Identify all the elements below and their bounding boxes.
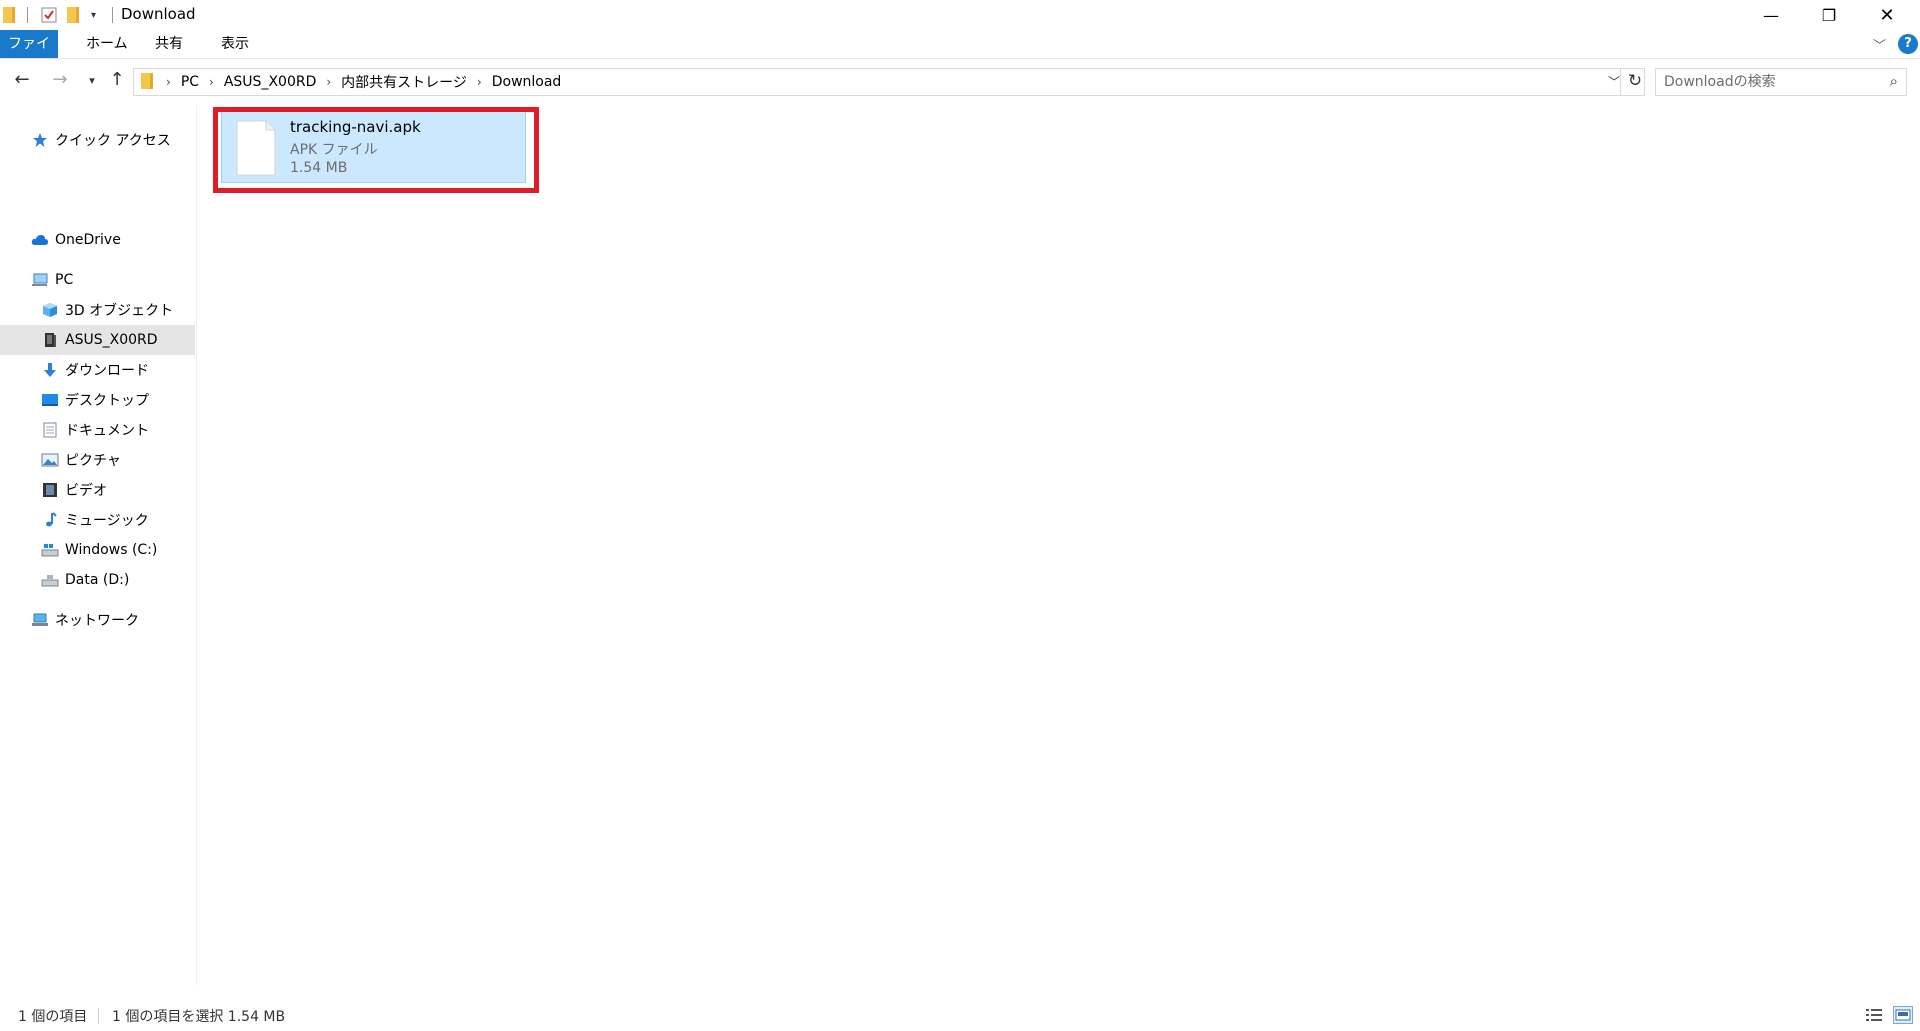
sidebar-item-label: ドキュメント <box>65 423 149 439</box>
forward-arrow-icon[interactable]: → <box>48 69 72 90</box>
sidebar-item-label: ネットワーク <box>55 613 139 629</box>
sidebar-item-label: ピクチャ <box>65 453 121 469</box>
sidebar-item-asus-x00rd[interactable]: ASUS_X00RD <box>0 325 195 355</box>
music-note-icon <box>40 510 60 530</box>
drive-icon <box>40 540 60 560</box>
highlight-box <box>213 107 539 193</box>
sidebar-item-label: ビデオ <box>65 483 107 499</box>
maximize-button[interactable]: ❐ <box>1800 0 1858 30</box>
sidebar-item-documents[interactable]: ドキュメント <box>0 415 195 445</box>
sidebar-item-onedrive[interactable]: OneDrive <box>0 225 195 255</box>
back-arrow-icon[interactable]: ← <box>10 69 34 90</box>
divider <box>1620 69 1621 95</box>
document-icon <box>40 420 60 440</box>
tab-home[interactable]: ホーム <box>72 30 142 58</box>
computer-icon <box>30 270 50 290</box>
star-icon <box>30 130 50 150</box>
sidebar-item-label: クイック アクセス <box>55 133 171 149</box>
item-count: 1 個の項目 <box>18 1009 88 1025</box>
chevron-right-icon[interactable]: › <box>205 75 218 89</box>
properties-icon[interactable] <box>40 5 58 25</box>
picture-icon <box>40 450 60 470</box>
recent-locations-chevron-icon[interactable]: ▾ <box>80 74 104 87</box>
phone-icon <box>40 330 60 350</box>
sidebar-item-music[interactable]: ミュージック <box>0 505 195 535</box>
sidebar-item-label: OneDrive <box>55 232 121 248</box>
tab-view[interactable]: 表示 <box>207 30 263 58</box>
tab-file[interactable]: ファイル <box>0 30 58 80</box>
status-bar: 1 個の項目 1 個の項目を選択 1.54 MB <box>0 1000 1920 1031</box>
drive-icon <box>40 570 60 590</box>
customize-toolbar-dropdown-icon[interactable]: ▾ <box>91 5 96 25</box>
chevron-right-icon[interactable]: › <box>162 75 175 89</box>
pane-divider[interactable] <box>196 105 197 985</box>
folder-icon <box>140 72 154 94</box>
refresh-icon[interactable]: ↻ <box>1624 69 1646 93</box>
sidebar-item-label: Data (D:) <box>65 572 130 588</box>
breadcrumb-pc[interactable]: PC <box>175 74 205 90</box>
selection-info: 1 個の項目を選択 1.54 MB <box>112 1009 286 1025</box>
sidebar-item-3d-objects[interactable]: 3D オブジェクト <box>0 295 195 325</box>
breadcrumb-device[interactable]: ASUS_X00RD <box>218 74 323 90</box>
new-folder-icon[interactable] <box>66 5 80 25</box>
sidebar-item-label: Windows (C:) <box>65 542 158 558</box>
sidebar-item-label: PC <box>55 272 74 288</box>
address-bar[interactable]: › PC › ASUS_X00RD › 内部共有ストレージ › Download… <box>133 68 1645 96</box>
cube-icon <box>40 300 60 320</box>
address-history-chevron-icon[interactable]: ﹀ <box>1608 73 1620 90</box>
minimize-button[interactable]: — <box>1742 0 1800 30</box>
sidebar-item-videos[interactable]: ビデオ <box>0 475 195 505</box>
sidebar-item-pictures[interactable]: ピクチャ <box>0 445 195 475</box>
close-button[interactable]: ✕ <box>1858 0 1916 30</box>
download-arrow-icon <box>40 360 60 380</box>
sidebar-item-label: ミュージック <box>65 513 149 529</box>
breadcrumb: › PC › ASUS_X00RD › 内部共有ストレージ › Download <box>162 72 567 92</box>
sidebar-item-desktop[interactable]: デスクトップ <box>0 385 195 415</box>
desktop-icon <box>40 390 60 410</box>
chevron-right-icon[interactable]: › <box>473 75 486 89</box>
up-arrow-icon[interactable]: ↑ <box>105 69 129 90</box>
sidebar-item-downloads[interactable]: ダウンロード <box>0 355 195 385</box>
sidebar-item-network[interactable]: ネットワーク <box>0 605 195 635</box>
film-icon <box>40 480 60 500</box>
ribbon-tabs: ファイル ホーム 共有 表示 ﹀ ? <box>0 30 1920 80</box>
breadcrumb-download[interactable]: Download <box>486 74 568 90</box>
sidebar-item-windows-c[interactable]: Windows (C:) <box>0 535 195 565</box>
search-box[interactable]: ⌕ <box>1655 68 1907 96</box>
sidebar-item-data-d[interactable]: Data (D:) <box>0 565 195 595</box>
sidebar-item-pc[interactable]: PC <box>0 265 195 295</box>
sidebar-item-quick-access[interactable]: クイック アクセス <box>0 125 195 155</box>
chevron-right-icon[interactable]: › <box>322 75 335 89</box>
expand-ribbon-chevron-icon[interactable]: ﹀ <box>1873 35 1886 54</box>
search-icon[interactable]: ⌕ <box>1890 72 1898 90</box>
navigation-pane: クイック アクセス OneDrive PC 3D オブジェクト ASUS_X00… <box>0 105 196 985</box>
cloud-icon <box>30 230 50 250</box>
title-bar: ▾ Download — ❐ ✕ <box>0 0 1920 30</box>
sidebar-item-label: デスクトップ <box>65 393 149 409</box>
folder-icon <box>2 5 16 25</box>
search-input[interactable] <box>1662 69 1876 95</box>
toolbar-divider <box>27 7 28 23</box>
large-icons-view-icon[interactable] <box>1893 1006 1913 1024</box>
tab-share[interactable]: 共有 <box>141 30 197 58</box>
breadcrumb-storage[interactable]: 内部共有ストレージ <box>335 72 473 92</box>
divider <box>98 1008 99 1024</box>
sidebar-item-label: ASUS_X00RD <box>65 332 158 348</box>
details-view-icon[interactable] <box>1864 1006 1884 1024</box>
toolbar-divider <box>112 7 113 23</box>
sidebar-item-label: ダウンロード <box>65 363 149 379</box>
sidebar-item-label: 3D オブジェクト <box>65 303 174 319</box>
network-icon <box>30 610 50 630</box>
help-icon[interactable]: ? <box>1898 34 1918 54</box>
window-title: Download <box>121 5 196 23</box>
